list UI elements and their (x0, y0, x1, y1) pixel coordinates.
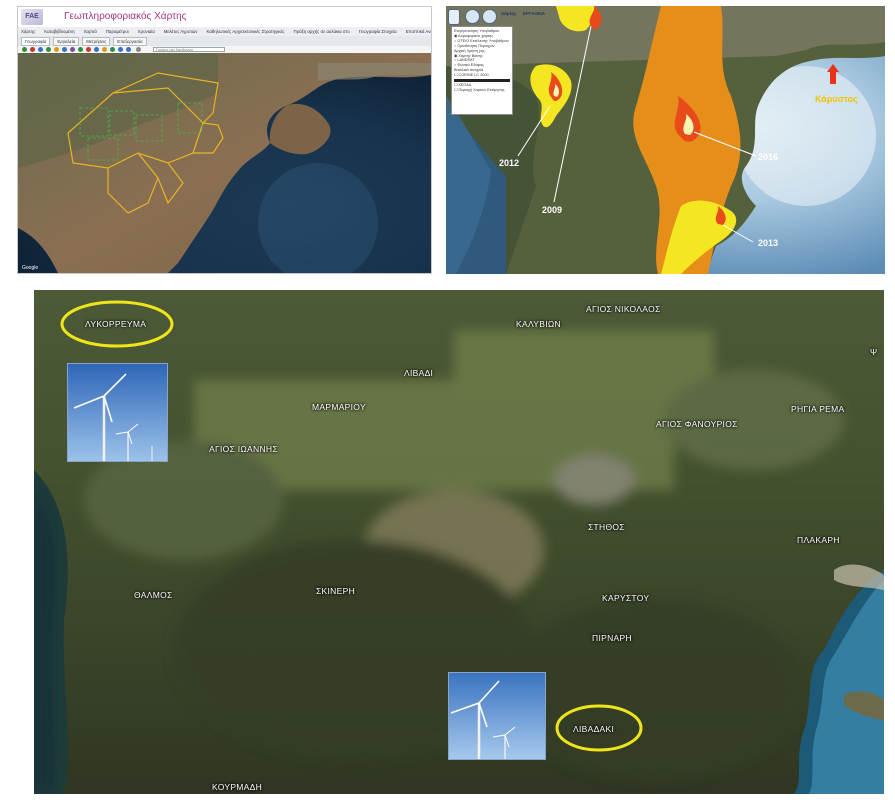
place-label: ΑΓΙΟΣ ΦΑΝΟΥΡΙΟΣ (656, 419, 738, 429)
search-input[interactable]: Γράψτε μια διεύθυνση (153, 47, 225, 52)
place-label: ΛΙΒΑΔΙ (404, 368, 434, 378)
menu-item[interactable]: Μελέτες Αγροτών (164, 27, 198, 36)
opacity-slider[interactable] (454, 79, 510, 83)
menu-item[interactable]: Χαρτιά (84, 27, 97, 36)
place-label: ΚΑΡΥΣΤΟΥ (602, 593, 650, 603)
layer-option[interactable]: ☐ Περιοχή Χαρτών Εκτίμησης (454, 88, 510, 93)
place-label: ΠΙΡΝΑΡΗ (592, 633, 632, 643)
layer-control-panel: Ενεργοποίηση Υποβάθρου ◉ Δορυφορικός χάρ… (451, 26, 513, 115)
fire-map-globe-button[interactable] (465, 9, 480, 24)
layer-option[interactable]: ☐ CORINE LC 2000 (454, 73, 510, 78)
gis-map-view[interactable]: Google (18, 53, 431, 273)
menu-item[interactable]: Εποπτικά Αναπαραστάσεις (406, 27, 431, 36)
tab-geography[interactable]: Γεωγραφία (21, 37, 51, 46)
fire-year-label: 2013 (758, 238, 779, 248)
gis-application-window: FAE Γεωπληροφοριακός Χάρτης Χάρτης Καταβ… (17, 6, 432, 274)
fire-map-tab-label[interactable]: ΕΡΓΑΛΕΙΑ (523, 11, 545, 16)
place-label: ΣΚΙΝΕΡΗ (316, 586, 356, 596)
menu-item[interactable]: Γεωγραφία Στοιχεία (359, 27, 397, 36)
search-icon[interactable] (136, 47, 141, 52)
map-attribution: Google (22, 265, 39, 271)
gis-logo: FAE (21, 9, 43, 25)
place-label: ΡΗΓΙΑ ΡΕΜΑ (791, 404, 845, 414)
site-label-livadaki: ΛΙΒΑΔΑΚΙ (573, 724, 615, 734)
home-icon[interactable] (46, 47, 51, 52)
fire-history-map: Χάρτης ΕΡΓΑΛΕΙΑ Ενεργοποίηση Υποβάθρου ◉… (446, 6, 885, 274)
wind-turbine-photo (448, 672, 546, 760)
tab-editing[interactable]: Επεξεργασία (113, 37, 147, 46)
layers-icon[interactable] (70, 47, 75, 52)
fire-map-home-button[interactable] (482, 9, 497, 24)
fire-year-label: 2009 (542, 205, 563, 215)
site-label-lykorrevma: ΛΥΚΟΡΡΕΥΜΑ (85, 319, 147, 329)
place-label: ΠΛΑΚΑΡΗ (797, 535, 840, 545)
place-label: ΜΑΡΜΑΡΙΟΥ (312, 402, 366, 412)
select-icon[interactable] (94, 47, 99, 52)
town-label-karystos: Κάρυστος (815, 94, 858, 104)
menu-item[interactable]: Χάρτης (21, 27, 35, 36)
zoom-out-icon[interactable] (30, 47, 35, 52)
place-label: ΚΟΥΡΜΑΔΗ (212, 782, 263, 792)
wind-turbine-photo (67, 363, 168, 462)
fire-map-tab-label[interactable]: Χάρτης (501, 11, 517, 16)
place-label: ΑΓΙΟΣ ΙΩΑΝΝΗΣ (209, 444, 278, 454)
wind-farm-site-map: ΛΥΚΟΡΡΕΥΜΑ ΛΙΒΑΔΑΚΙ ΚΑΛΥΒΙΩΝ ΑΓΙΟΣ ΝΙΚΟΛ… (34, 290, 884, 794)
menu-item[interactable]: Παραμέτροι (106, 27, 129, 36)
export-icon[interactable] (110, 47, 115, 52)
measure-icon[interactable] (62, 47, 67, 52)
fire-year-label: 2012 (499, 158, 520, 168)
fire-year-label: 2016 (758, 152, 779, 162)
gis-titlebar: FAE Γεωπληροφοριακός Χάρτης (18, 7, 431, 27)
zoom-in-icon[interactable] (22, 47, 27, 52)
menu-item[interactable]: Πράξη αρχής σε αυλάκια στο (294, 27, 350, 36)
place-label: Ψ (870, 347, 878, 357)
gis-app-title: Γεωπληροφοριακός Χάρτης (64, 11, 187, 22)
place-label: ΑΓΙΟΣ ΝΙΚΟΛΑΟΣ (586, 304, 661, 314)
gis-tabs: Γεωγραφία Εργαλεία Μετρήσεις Επεξεργασία (18, 36, 431, 46)
print-icon[interactable] (78, 47, 83, 52)
info-icon[interactable] (54, 47, 59, 52)
forward-icon[interactable] (126, 47, 131, 52)
menu-item[interactable]: Καθηλωτικές Αρχιτεκτονικές Στρατηγικές (207, 27, 285, 36)
back-icon[interactable] (118, 47, 123, 52)
place-label: ΚΑΛΥΒΙΩΝ (516, 319, 561, 329)
pan-icon[interactable] (38, 47, 43, 52)
tab-measurements[interactable]: Μετρήσεις (82, 37, 111, 46)
tab-tools[interactable]: Εργαλεία (53, 37, 80, 46)
place-label: ΘΑΛΜΟΣ (134, 590, 173, 600)
draw-icon[interactable] (102, 47, 107, 52)
menu-item[interactable]: Χρονιαία (138, 27, 155, 36)
gis-satellite-map (18, 53, 431, 273)
clear-icon[interactable] (86, 47, 91, 52)
place-label: ΣΤΗΘΟΣ (588, 522, 625, 532)
fire-map-zoom-button[interactable] (448, 9, 460, 25)
menu-item[interactable]: Καταβιβλιομένη (44, 27, 74, 36)
